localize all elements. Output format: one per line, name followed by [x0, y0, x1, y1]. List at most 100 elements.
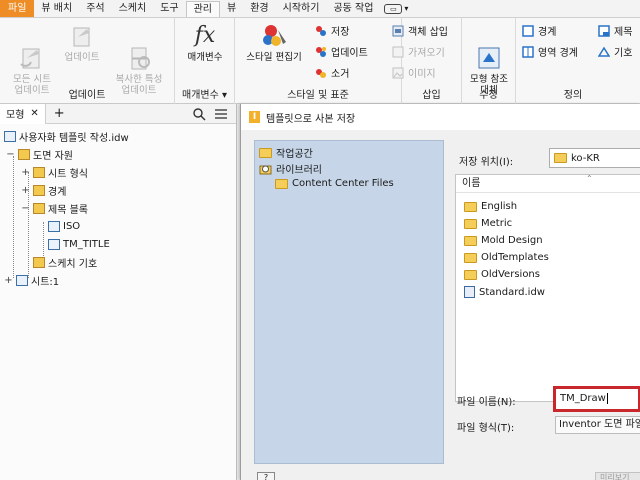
file-item-oldtemplates[interactable]: OldTemplates [464, 252, 549, 263]
define-title-block-label: 제목 [614, 27, 633, 38]
tree-node-tm-title[interactable]: TM_TITLE [48, 236, 110, 252]
tree-node-label: 도면 자원 [33, 150, 73, 162]
tab-annotate[interactable]: 주석 [79, 0, 111, 17]
define-border-button[interactable]: 경계 [522, 23, 556, 38]
expand-icon[interactable]: + [4, 275, 13, 286]
tree-node-borders[interactable]: + 경계 [21, 182, 66, 198]
places-pane: 작업공간 라이브러리 Content Center Files [254, 140, 444, 464]
save-copy-as-template-dialog: I 템플릿으로 사본 저장 작업공간 라이브러리 Content Center … [240, 104, 640, 480]
file-item-metric[interactable]: Metric [464, 218, 512, 229]
insert-object-button[interactable]: 객체 삽입 [392, 23, 448, 38]
collapse-icon[interactable]: − [21, 203, 30, 214]
browser-header: 모형 ✕ + [0, 103, 236, 124]
browser-tree: 사용자화 템플릿 작성.idw − 도면 자원 + 시트 형식 + 경계 − 제… [0, 124, 236, 288]
file-item-label: OldTemplates [481, 252, 549, 263]
expand-icon[interactable]: + [21, 167, 30, 178]
define-title-block-button[interactable]: 제목 [598, 23, 632, 38]
tree-node-drawing-resources[interactable]: − 도면 자원 [6, 146, 73, 162]
update-button[interactable]: 업데이트 [58, 22, 106, 63]
style-editor-label: 스타일 편집기 [246, 52, 302, 63]
file-name-value: TM_Draw [560, 393, 606, 404]
file-item-oldversions[interactable]: OldVersions [464, 269, 540, 280]
insert-object-label: 객체 삽입 [408, 27, 448, 38]
tab-collaborate[interactable]: 공동 작업 [326, 0, 380, 17]
place-content-center-files[interactable]: Content Center Files [275, 178, 394, 189]
inventor-icon: I [249, 111, 260, 123]
tree-node-iso[interactable]: ISO [48, 218, 80, 234]
function-icon: fx [194, 23, 216, 48]
tree-node-sketched-symbols[interactable]: 스케치 기호 [33, 254, 97, 270]
place-libraries[interactable]: 라이브러리 [259, 161, 322, 176]
file-item-mold-design[interactable]: Mold Design [464, 235, 543, 246]
name-column-header[interactable]: 이름 ⌃ [456, 174, 640, 193]
style-editor-button[interactable]: 스타일 편집기 [239, 22, 309, 63]
import-button[interactable]: 가져오기 [392, 44, 445, 59]
dialog-title-bar: I 템플릿으로 사본 저장 [241, 104, 640, 130]
parameters-panel: fx 매개변수 매개변수 ▾ [175, 18, 235, 104]
tab-environments[interactable]: 환경 [243, 0, 275, 17]
search-icon[interactable] [192, 107, 206, 121]
save-in-dropdown[interactable]: ko-KR [549, 148, 640, 168]
save-in-label: 저장 위치(I): [459, 157, 514, 168]
tree-node-label: 시트 형식 [48, 168, 88, 180]
tab-view[interactable]: 뷰 [220, 0, 243, 17]
parameters-button[interactable]: fx 매개변수 [179, 22, 231, 63]
text-caret [606, 392, 608, 404]
place-label: Content Center Files [292, 178, 394, 189]
update-style-button[interactable]: 업데이트 [315, 44, 368, 59]
file-item-label: English [481, 201, 518, 212]
update-all-sheets-button[interactable]: 모든 시트 업데이트 [6, 22, 58, 96]
help-button[interactable]: ? [257, 472, 275, 480]
tab-tools[interactable]: 도구 [153, 0, 185, 17]
tree-node-sheet-1[interactable]: + 시트:1 [4, 272, 59, 288]
file-type-select[interactable]: Inventor 도면 파일 [555, 416, 640, 434]
style-purge-icon [316, 68, 326, 78]
tab-sketch[interactable]: 스케치 [112, 0, 154, 17]
image-button[interactable]: 이미지 [392, 65, 436, 80]
purge-style-button[interactable]: 소거 [315, 65, 349, 80]
place-workspace[interactable]: 작업공간 [259, 145, 313, 160]
update-icon [67, 22, 97, 50]
preview-button[interactable]: 미리보기 [595, 472, 640, 480]
panel-toggle-icon: ▭ [384, 3, 403, 14]
folder-icon [464, 235, 477, 246]
close-icon[interactable]: ✕ [30, 108, 38, 119]
define-zone-border-button[interactable]: 영역 경계 [522, 44, 578, 59]
replace-model-reference-button[interactable]: 모형 참조 대체 [464, 22, 514, 96]
folder-icon [554, 153, 567, 163]
import-label: 가져오기 [408, 48, 445, 59]
chevron-down-icon: ▾ [404, 4, 409, 13]
zone-border-icon [522, 45, 534, 58]
save-style-label: 저장 [331, 27, 350, 38]
tab-file[interactable]: 파일 [0, 0, 35, 17]
expand-icon[interactable]: + [21, 185, 30, 196]
file-name-input[interactable]: TM_Draw [553, 386, 640, 412]
folder-icon [33, 184, 45, 196]
define-panel: 경계 영역 경계 제목 기호 정의 [516, 18, 640, 104]
collapse-icon[interactable]: − [6, 149, 15, 160]
parameters-panel-title[interactable]: 매개변수 ▾ [175, 86, 234, 101]
tab-get-started[interactable]: 시작하기 [276, 0, 327, 17]
title-block-icon [48, 238, 60, 250]
tab-view-layout[interactable]: 뷰 배치 [34, 0, 79, 17]
name-column-label: 이름 [462, 178, 481, 189]
tree-node-drawing-file[interactable]: 사용자화 템플릿 작성.idw [4, 128, 129, 144]
update-copied-properties-button[interactable]: 복사한 특성 업데이트 [106, 22, 172, 96]
ribbon-display-toggle[interactable]: ▭ ▾ [380, 0, 412, 17]
folder-icon [464, 218, 477, 229]
define-panel-title: 정의 [563, 90, 583, 101]
tree-node-sheet-formats[interactable]: + 시트 형식 [21, 164, 88, 180]
tab-manage[interactable]: 관리 [185, 1, 221, 17]
library-icon [259, 165, 272, 174]
browser-tab-model[interactable]: 모형 ✕ [0, 103, 46, 124]
define-symbol-button[interactable]: 기호 [598, 44, 632, 59]
add-tab-icon[interactable]: + [46, 106, 73, 121]
parameters-label: 매개변수 [187, 52, 223, 63]
style-save-icon [316, 25, 326, 36]
file-item-standard-idw[interactable]: Standard.idw [464, 286, 545, 298]
tree-node-title-blocks[interactable]: − 제목 블록 [21, 200, 88, 216]
save-style-button[interactable]: 저장 [315, 23, 349, 38]
file-item-english[interactable]: English [464, 201, 517, 212]
insert-panel-title: 삽입 [422, 90, 441, 101]
menu-icon[interactable] [214, 108, 228, 120]
